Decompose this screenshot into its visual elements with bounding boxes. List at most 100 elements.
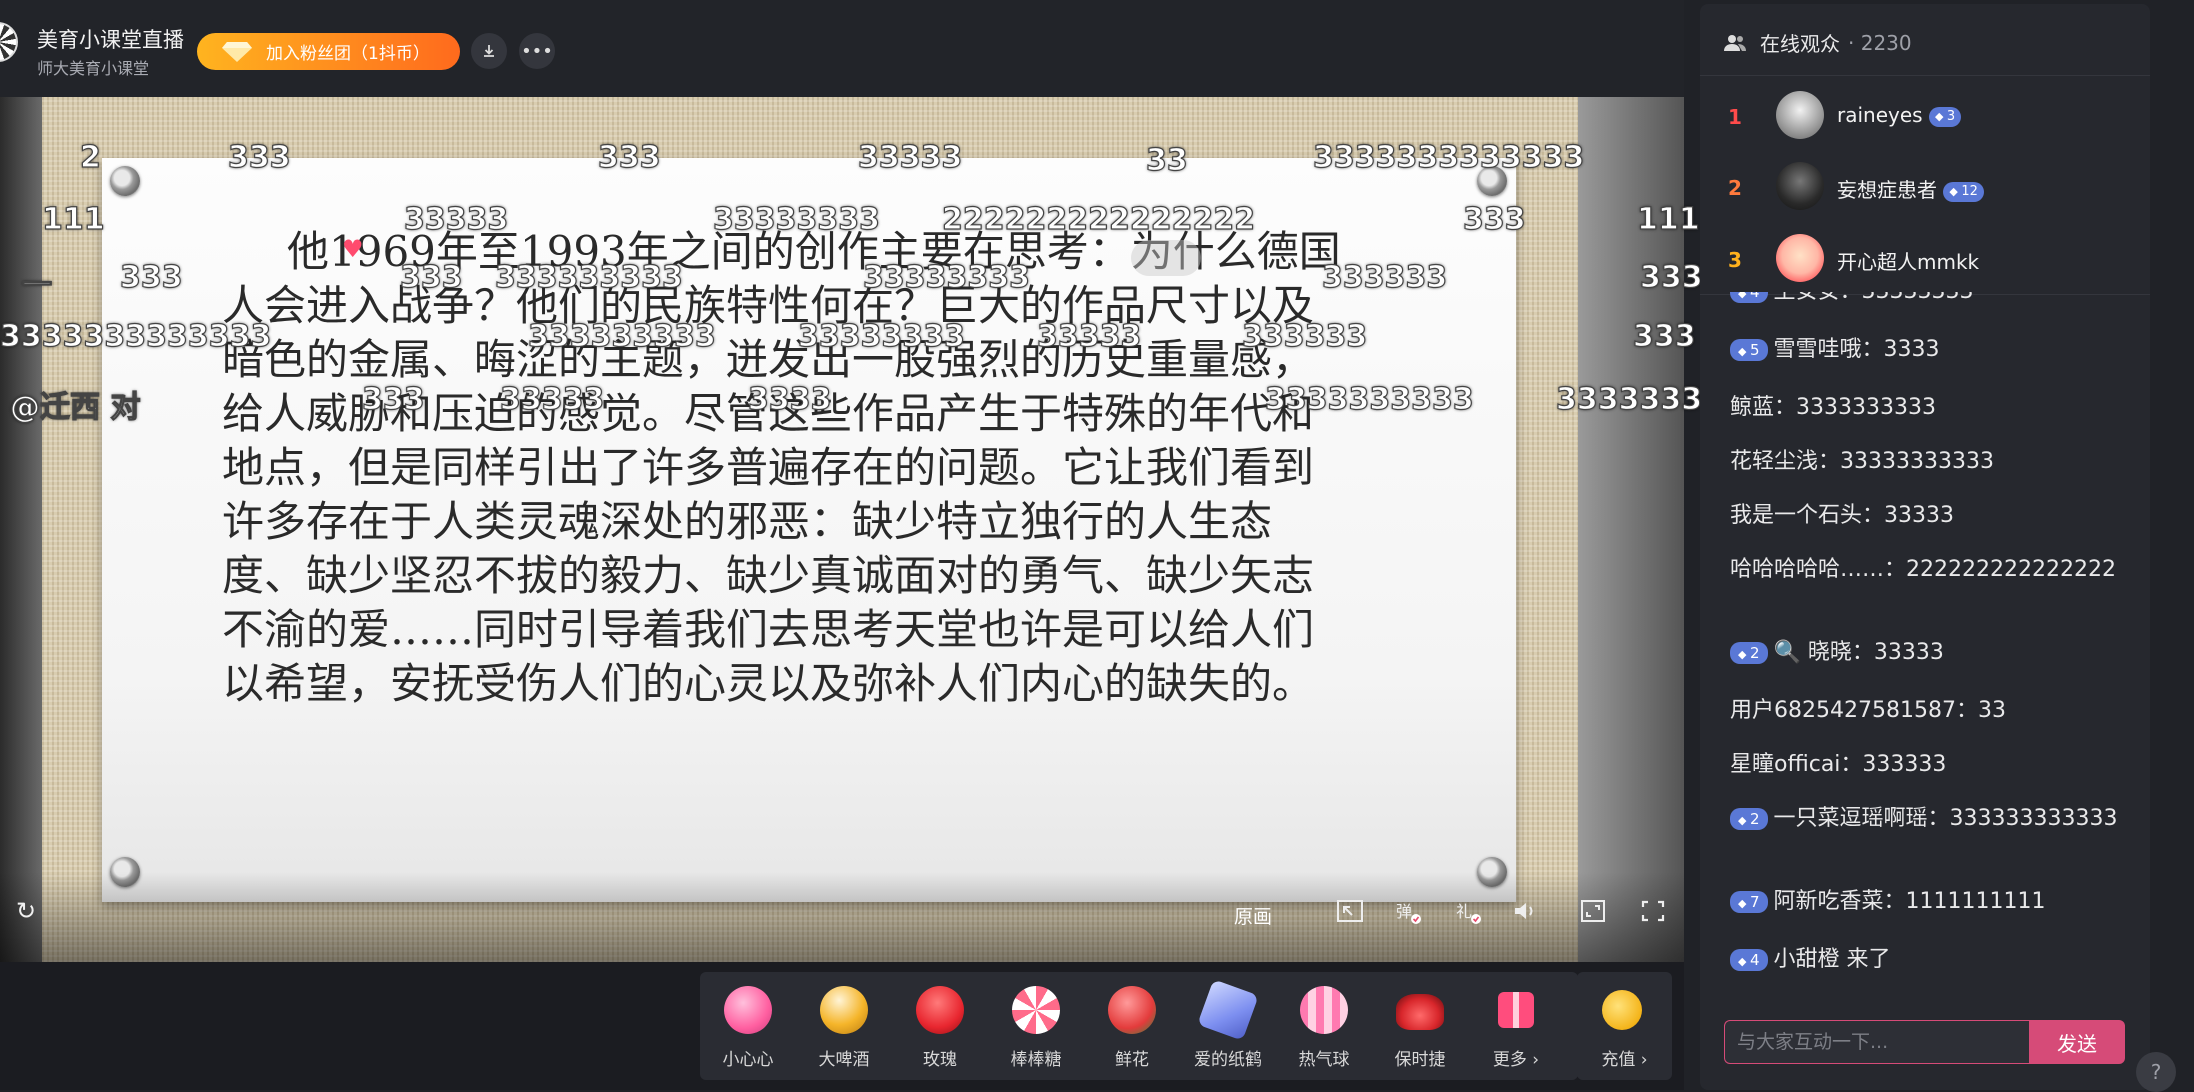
gift-label: 小心心: [722, 1050, 774, 1070]
help-icon: ?: [2150, 1060, 2162, 1084]
pin-icon: [1477, 166, 1507, 196]
avatar: [1776, 91, 1824, 139]
gift-flowers-icon: [1108, 986, 1156, 1034]
gift-item[interactable]: 更多 ›: [1471, 972, 1561, 1080]
level-badge: 4: [1730, 292, 1768, 303]
side-panel: 在线观众 · 2230 1 raineyes 3 2 妄想症患者 12 3 开心…: [1700, 4, 2150, 1090]
gift-bar: 小心心 大啤酒 玫瑰 棒棒糖 鲜花 爱的纸鹤 热气球 保时捷 更多 ›: [700, 972, 1578, 1080]
chat-text: 雪雪哇哦：3333: [1773, 337, 1940, 362]
divider: [1700, 75, 2150, 76]
level-badge: 12: [1943, 181, 1984, 202]
room-title[interactable]: 美育小课堂直播: [37, 24, 184, 54]
rank-row[interactable]: 3 开心超人mmkk: [1700, 226, 2150, 296]
danmaku-toggle-icon[interactable]: 弹: [1394, 899, 1424, 925]
rank-row[interactable]: 1 raineyes 3: [1700, 83, 2150, 153]
download-button[interactable]: [471, 33, 507, 69]
gift-label: 热气球: [1298, 1050, 1350, 1070]
level-badge: 4: [1730, 949, 1768, 971]
level-badge: 7: [1730, 891, 1768, 913]
rank-user: raineyes 3: [1837, 103, 1967, 127]
volume-icon[interactable]: [1512, 899, 1540, 923]
chat-text: 用户6825427581587：33: [1730, 698, 2006, 723]
chat-text: 星瞳officai：333333: [1730, 752, 1947, 777]
gift-rose-icon: [916, 986, 964, 1034]
chat-message: 4小甜橙 来了: [1730, 946, 2130, 973]
coin-icon: [1602, 990, 1642, 1030]
gift-item[interactable]: 热气球: [1279, 972, 1369, 1080]
send-button[interactable]: 发送: [2029, 1020, 2125, 1064]
chat-list[interactable]: 4 王安安：33333333 5雪雪哇哦：3333 鲸蓝：3333333333 花…: [1730, 292, 2130, 1012]
chat-text: 花轻尘浅：33333333333: [1730, 449, 1994, 474]
video-left-edge: [0, 97, 42, 962]
gift-lollipop-icon: [1012, 986, 1060, 1034]
gift-item[interactable]: 鲜花: [1087, 972, 1177, 1080]
player-controls: [0, 872, 1684, 962]
gift-item[interactable]: 棒棒糖: [991, 972, 1081, 1080]
refresh-icon[interactable]: ↻: [16, 897, 36, 925]
chat-text: 🔍 晓晓：33333: [1773, 640, 1944, 665]
more-options-button[interactable]: •••: [519, 33, 555, 69]
gift-paper-crane-icon: [1197, 979, 1259, 1041]
chat-text: 王安安：33333333: [1774, 292, 1974, 304]
level-badge: 3: [1928, 106, 1962, 127]
rank-number: 3: [1728, 248, 1742, 272]
more-gifts-link: 更多 ›: [1492, 1050, 1540, 1070]
chat-text: 我是一个石头：33333: [1730, 503, 1954, 528]
chat-message: 5雪雪哇哦：3333: [1730, 336, 2130, 363]
join-fan-club-button[interactable]: 加入粉丝团（1抖币）: [197, 33, 460, 70]
chat-message: 2🔍 晓晓：33333: [1730, 639, 2130, 666]
chat-text: 阿新吃香菜：1111111111: [1773, 889, 2046, 914]
quality-selector[interactable]: 原画: [1234, 902, 1272, 929]
pin-icon: [110, 166, 140, 196]
chat-text: 鲸蓝：3333333333: [1730, 395, 1936, 420]
room-subtitle: 师大美育小课堂: [37, 59, 150, 78]
chat-message: 哈哈哈哈哈……：222222222222222: [1730, 556, 2130, 583]
danmaku-settings-icon[interactable]: 礼: [1454, 899, 1484, 925]
gift-item[interactable]: 大啤酒: [799, 972, 889, 1080]
chat-message: 我是一个石头：33333: [1730, 502, 2130, 529]
rank-user: 妄想症患者 12: [1837, 174, 1990, 203]
room-avatar[interactable]: [0, 22, 18, 62]
recharge-label: 充值 ›: [1601, 1050, 1648, 1070]
chat-message: 2一只菜逗瑶啊瑶：333333333333: [1730, 805, 2130, 832]
gift-item[interactable]: 小心心: [703, 972, 793, 1080]
audience-title: 在线观众: [1760, 32, 1840, 56]
gift-sports-car-icon: [1396, 994, 1444, 1030]
web-fullscreen-icon[interactable]: [1580, 899, 1606, 923]
rank-username: 开心超人mmkk: [1837, 250, 1980, 274]
gift-heart-icon: [724, 986, 772, 1034]
gift-item[interactable]: 保时捷: [1375, 972, 1465, 1080]
help-button[interactable]: ?: [2136, 1052, 2176, 1092]
gift-item[interactable]: 爱的纸鹤: [1183, 972, 1273, 1080]
audience-header[interactable]: 在线观众 · 2230: [1724, 28, 1912, 57]
gift-label: 鲜花: [1115, 1050, 1149, 1070]
rank-user: 开心超人mmkk: [1837, 246, 1979, 275]
recharge-button[interactable]: 充值 ›: [1577, 972, 1672, 1080]
gift-hot-air-balloon-icon: [1300, 986, 1348, 1034]
chat-text: 一只菜逗瑶啊瑶：333333333333: [1773, 806, 2118, 831]
rank-username: raineyes: [1837, 103, 1923, 127]
chat-message: 7阿新吃香菜：1111111111: [1730, 888, 2130, 915]
chat-text: 小甜橙 来了: [1773, 947, 1891, 972]
chat-message: 花轻尘浅：33333333333: [1730, 448, 2130, 475]
audience-count: · 2230: [1848, 30, 1912, 55]
download-icon: [484, 45, 494, 57]
chat-input[interactable]: [1724, 1020, 2029, 1064]
chat-message: 用户6825427581587：33: [1730, 697, 2130, 724]
gift-label: 保时捷: [1394, 1050, 1446, 1070]
video-player[interactable]: 他1969年至1993年之间的创作主要在思考：为什么德国人会进入战争？他们的民族…: [0, 97, 1684, 962]
fullscreen-icon[interactable]: [1640, 899, 1666, 923]
gift-item[interactable]: 玫瑰: [895, 972, 985, 1080]
chat-text: 哈哈哈哈哈……：222222222222222: [1730, 557, 2116, 582]
rank-row[interactable]: 2 妄想症患者 12: [1700, 154, 2150, 224]
chat-message: 4 王安安：33333333: [1730, 292, 2130, 305]
picture-in-picture-icon[interactable]: [1336, 899, 1364, 923]
rank-number: 2: [1728, 176, 1742, 200]
join-fan-club-label: 加入粉丝团（1抖币）: [266, 44, 430, 64]
svg-text:礼: 礼: [1456, 902, 1472, 921]
gift-label: 玫瑰: [923, 1050, 957, 1070]
rank-number: 1: [1728, 105, 1742, 129]
avatar: [1776, 162, 1824, 210]
gift-label: 棒棒糖: [1010, 1050, 1062, 1070]
room-header: 美育小课堂直播 师大美育小课堂 加入粉丝团（1抖币） •••: [0, 0, 1684, 97]
